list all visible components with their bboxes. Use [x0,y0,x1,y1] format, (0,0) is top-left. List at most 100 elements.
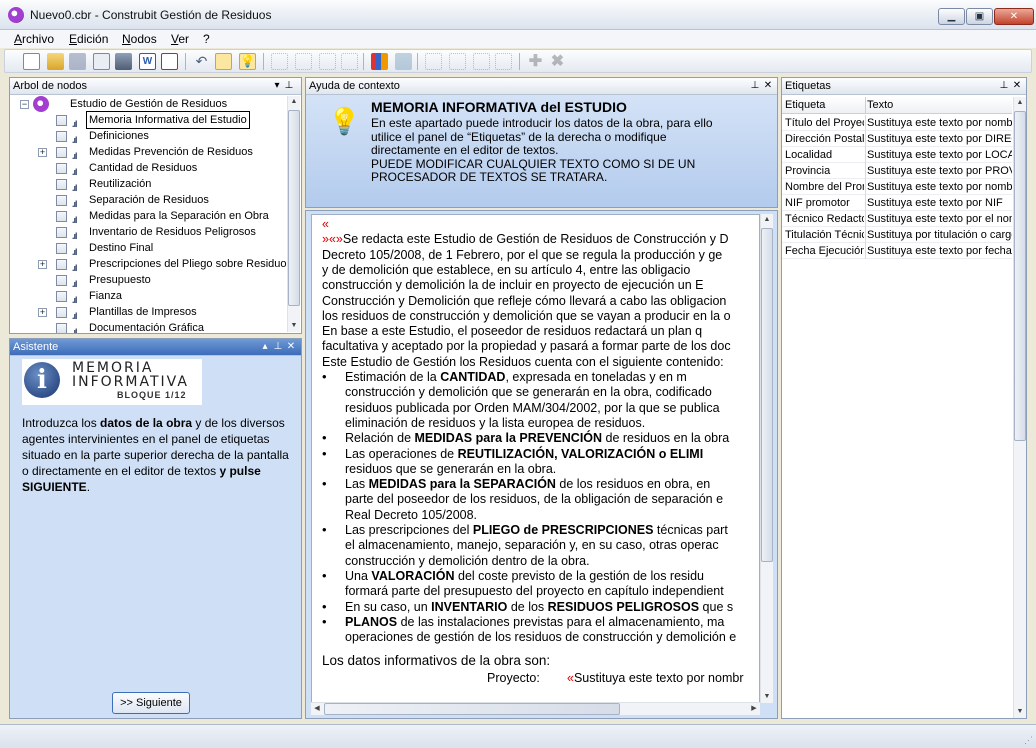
editor-vscrollbar[interactable]: ▲ ▼ [760,214,773,703]
app-icon[interactable] [8,7,24,23]
checkbox[interactable] [56,163,67,174]
checkbox[interactable] [56,291,67,302]
menu-help[interactable]: ? [203,30,210,48]
checkbox[interactable] [56,227,67,238]
minimize-button[interactable]: ▁ [938,8,965,25]
tree-item[interactable]: + .ıl Plantillas de Impresos [10,304,286,321]
checkbox[interactable] [56,259,67,270]
menu-archivo[interactable]: Archivo [14,30,54,48]
dock-pin-icon[interactable]: ⊥ [272,340,284,354]
tree-item[interactable]: .ıl Presupuesto [10,272,286,289]
scroll-down-icon[interactable]: ▼ [761,691,773,703]
scroll-thumb[interactable] [288,110,300,306]
close-button[interactable]: ✕ [994,8,1034,25]
checkbox[interactable] [56,275,67,286]
checkbox[interactable] [56,307,67,318]
close-panel-icon[interactable]: ✕ [285,340,297,354]
tree-item[interactable]: + .ıl Prescripciones del Pliego sobre Resi… [10,256,286,273]
node-tool-5-icon[interactable] [425,53,442,70]
checkbox[interactable] [56,195,67,206]
tag-row[interactable]: Dirección Postal deSustituya este texto … [782,131,1012,147]
node-tool-6-icon[interactable] [449,53,466,70]
menu-ver[interactable]: Ver [171,30,189,48]
tree-root[interactable]: − Estudio de Gestión de Residuos [10,96,286,112]
tag-value[interactable]: Sustituya este texto por nombre [867,179,1012,195]
node-tool-8-icon[interactable] [495,53,512,70]
node-tool-7-icon[interactable] [473,53,490,70]
menu-edicion[interactable]: Edición [69,30,108,48]
collapse-icon[interactable]: − [20,100,29,109]
checkbox[interactable] [56,211,67,222]
add-icon[interactable]: ✚ [527,53,544,70]
scroll-up-icon[interactable]: ▲ [761,214,773,226]
dock-pin-icon[interactable]: ⊥ [283,79,295,93]
tag-row[interactable]: Localidad Sustituya este texto por LOCALI… [782,147,1012,163]
tree-view-icon[interactable] [371,53,388,70]
close-panel-icon[interactable]: ✕ [762,79,774,93]
pin-icon[interactable]: ▾ [271,79,283,93]
lightbulb-icon[interactable]: 💡 [239,53,256,70]
tree-item[interactable]: .ıl Cantidad de Residuos [10,160,286,177]
tag-row[interactable]: NIF promotor Sustituya este texto por NIF [782,195,1012,211]
open-folder-icon[interactable] [47,53,64,70]
editor-hscrollbar[interactable]: ◀ ▶ [311,702,760,715]
tags-scrollbar[interactable]: ▲ ▼ [1013,97,1026,718]
scroll-right-icon[interactable]: ▶ [748,703,760,715]
tag-value[interactable]: Sustituya este texto por nombre [867,115,1012,131]
delete-icon[interactable]: ✖ [549,53,566,70]
new-file-icon[interactable] [23,53,40,70]
node-tool-3-icon[interactable] [319,53,336,70]
tag-value[interactable]: Sustituya este texto por NIF [867,195,1012,211]
checkbox[interactable] [56,115,67,126]
scroll-thumb[interactable] [324,703,620,715]
pdf-export-icon[interactable] [161,53,178,70]
node-tool-1-icon[interactable] [271,53,288,70]
tag-value[interactable]: Sustituya este texto por el nombre [867,211,1012,227]
tree-item[interactable]: .ıl Medidas para la Separación en Obra [10,208,286,225]
print-preview-icon[interactable] [93,53,110,70]
scroll-up-icon[interactable]: ▲ [1014,97,1026,109]
checkbox[interactable] [56,147,67,158]
tags-col-label[interactable]: Etiqueta [785,99,825,111]
next-button[interactable]: >> Siguiente [112,692,190,714]
tree-item[interactable]: .ıl Definiciones [10,128,286,145]
dock-pin-icon[interactable]: ⊥ [749,79,761,93]
close-panel-icon[interactable]: ✕ [1011,79,1023,93]
tree-item[interactable]: .ıl Separación de Residuos [10,192,286,209]
tree-item[interactable]: .ıl Fianza [10,288,286,305]
tag-row[interactable]: Técnico Redactor Sustituya este texto por… [782,211,1012,227]
tag-value[interactable]: Sustituya este texto por PROVINCIA [867,163,1012,179]
tag-tool-icon[interactable] [395,53,412,70]
node-tool-4-icon[interactable] [341,53,358,70]
tree-item[interactable]: .ıl Memoria Informativa del Estudio [10,111,286,129]
expand-icon[interactable]: + [38,308,47,317]
scroll-left-icon[interactable]: ◀ [311,703,323,715]
scroll-thumb[interactable] [1014,111,1026,441]
tree-item[interactable]: .ıl Destino Final [10,240,286,257]
dropdown-icon[interactable]: ▴ [259,340,271,354]
tree-scrollbar[interactable]: ▲ ▼ [287,96,300,332]
scroll-up-icon[interactable]: ▲ [288,96,300,108]
print-icon[interactable] [115,53,132,70]
resize-grip-icon[interactable]: ⋰ [1024,735,1033,746]
tag-row[interactable]: Provincia Sustituya este texto por PROVIN… [782,163,1012,179]
edit-mode-icon[interactable] [215,53,232,70]
tag-row[interactable]: Título del ProyectoSustituya este texto … [782,115,1012,131]
tree-item[interactable]: + .ıl Medidas Prevención de Residuos [10,144,286,161]
tags-col-text[interactable]: Texto [867,99,893,111]
scroll-down-icon[interactable]: ▼ [1014,706,1026,718]
scroll-thumb[interactable] [761,228,773,562]
maximize-button[interactable]: ▣ [966,8,993,25]
checkbox[interactable] [56,323,67,333]
tag-value[interactable]: Sustituya este texto por DIRECCIÓN [867,131,1012,147]
expand-icon[interactable]: + [38,148,47,157]
tag-value[interactable]: Sustituya por titulación o cargo [867,227,1012,243]
save-icon[interactable] [69,53,86,70]
checkbox[interactable] [56,179,67,190]
checkbox[interactable] [56,243,67,254]
undo-icon[interactable]: ↶ [193,53,210,70]
checkbox[interactable] [56,131,67,142]
tree-item[interactable]: .ıl Documentación Gráfica [10,320,286,333]
tree-item[interactable]: .ıl Reutilización [10,176,286,193]
expand-icon[interactable]: + [38,260,47,269]
